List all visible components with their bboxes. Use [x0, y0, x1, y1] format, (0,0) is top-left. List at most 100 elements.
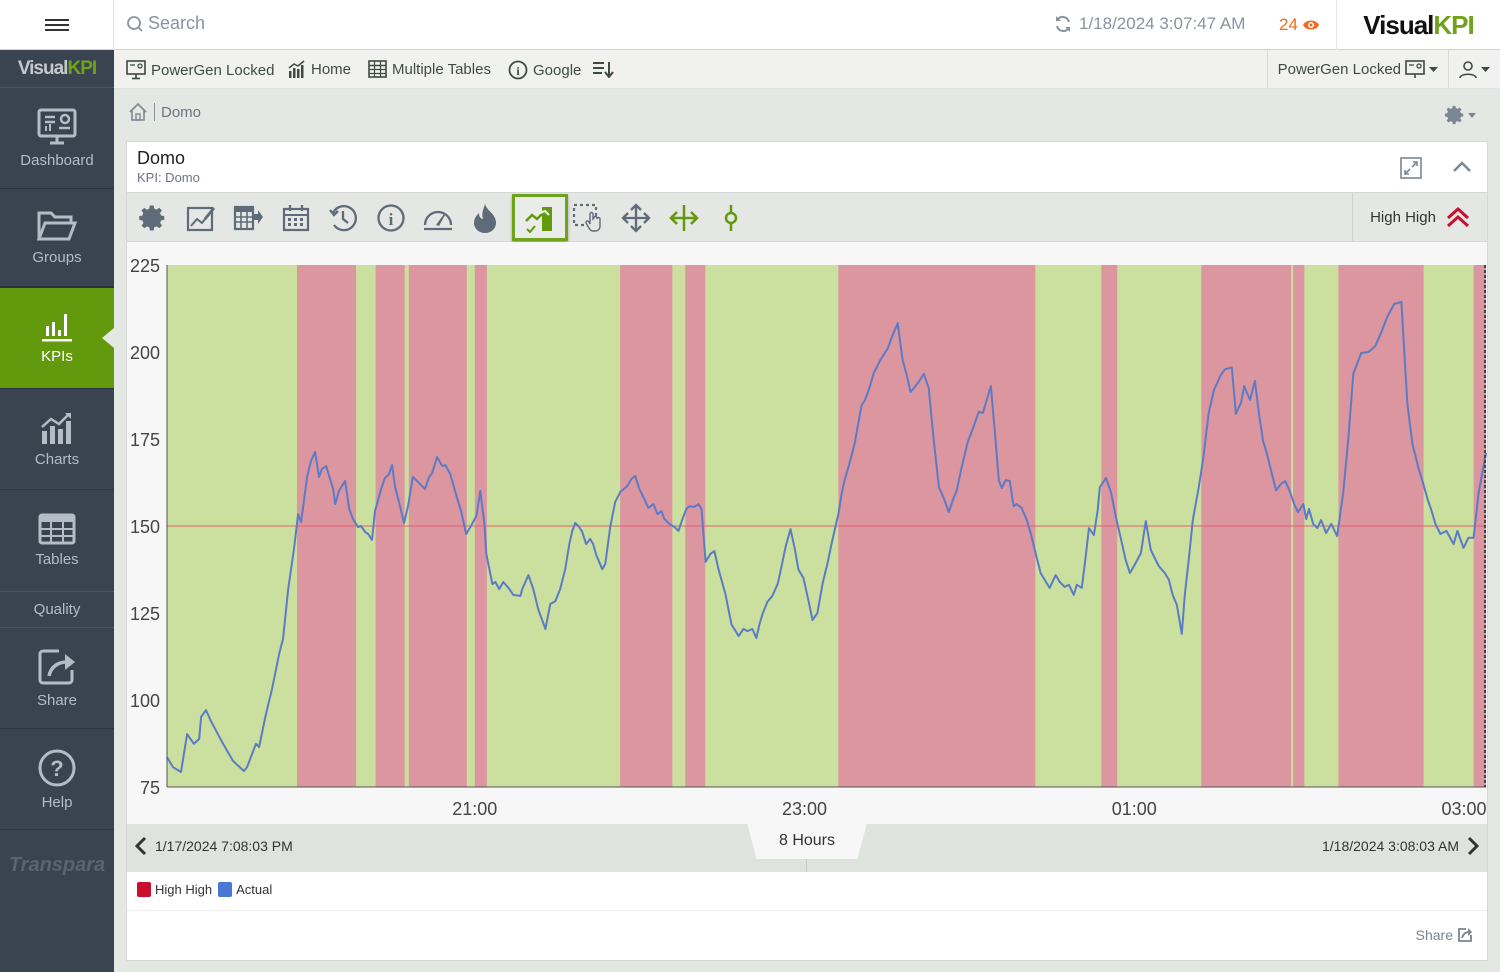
svg-text:i: i	[516, 64, 520, 78]
chevron-left-icon[interactable]	[135, 836, 147, 856]
gear-icon	[139, 205, 165, 231]
search-icon	[127, 15, 143, 32]
breadcrumb-separator	[154, 103, 155, 121]
panel-header: Domo KPI: Domo	[127, 142, 1487, 193]
limit-selector[interactable]: High High	[1352, 193, 1487, 241]
nav-link-google[interactable]: i Google	[508, 60, 581, 80]
search-input[interactable]: Search	[126, 13, 205, 34]
svg-text:?: ?	[50, 756, 63, 781]
chevron-right-icon[interactable]	[1467, 836, 1479, 856]
dashboard-selector[interactable]: PowerGen Locked	[1266, 50, 1448, 89]
nav-link-label: PowerGen Locked	[151, 61, 275, 79]
refresh-icon	[1056, 15, 1070, 33]
sidebar-item-dashboard[interactable]: Dashboard	[0, 88, 114, 189]
transpara-text: Transpara	[8, 853, 106, 876]
center-tick	[806, 859, 807, 872]
table-icon	[368, 60, 387, 78]
info-icon: i	[508, 60, 528, 80]
refresh-button[interactable]: 1/18/2024 3:07:47 AM	[1053, 14, 1245, 34]
caret-down-icon	[1468, 112, 1476, 118]
sidebar-item-label: Charts	[34, 450, 80, 468]
gauge-tool[interactable]	[422, 203, 454, 233]
nav-link-label: Home	[311, 60, 352, 78]
divider	[127, 910, 1487, 911]
expand-icon[interactable]	[1400, 157, 1422, 179]
dashboard-selector-label: PowerGen Locked	[1277, 61, 1401, 78]
brand-logo: Visual KPI	[1336, 0, 1500, 50]
svg-text:i: i	[389, 210, 394, 229]
sidebar-item-kpis[interactable]: KPIs	[0, 288, 114, 389]
chart-toolbar: i High High	[127, 193, 1487, 242]
gear-icon	[1444, 105, 1464, 125]
share-button[interactable]: Share	[1416, 927, 1473, 943]
x-tick-label: 03:00	[1441, 799, 1486, 819]
hamburger-icon	[44, 16, 69, 34]
y-tick-label: 200	[130, 343, 160, 363]
page-settings-button[interactable]	[1444, 104, 1476, 126]
sidebar-item-groups[interactable]: Groups	[0, 189, 114, 288]
caret-down-icon	[1429, 66, 1438, 72]
nav-link-multiple-tables[interactable]: Multiple Tables	[368, 60, 491, 78]
x-tick-label: 23:00	[782, 799, 827, 819]
menu-button[interactable]	[0, 0, 114, 50]
panel-subtitle: KPI: Domo	[137, 170, 200, 185]
sidebar-item-help[interactable]: ? Help	[0, 729, 114, 830]
vertical-marker-tool[interactable]	[715, 203, 747, 233]
chart-svg: 75 100 125 150 175 200 225 21:00 23:00 01:00 03:00	[130, 256, 1487, 819]
edit-chart-icon	[186, 206, 215, 232]
nav-link-label: Google	[533, 61, 582, 79]
dashboard-icon	[1405, 59, 1425, 78]
user-menu[interactable]	[1448, 50, 1500, 89]
limit-bands-icon	[525, 206, 552, 233]
table-icon	[38, 513, 76, 545]
edit-chart-tool[interactable]	[185, 203, 217, 233]
sidebar-item-share[interactable]: Share	[0, 628, 114, 729]
help-icon: ?	[38, 749, 76, 786]
duration-selector[interactable]: 8 Hours	[747, 823, 867, 859]
brand-visual: Visual	[1363, 9, 1434, 40]
x-tick-label: 21:00	[452, 799, 497, 819]
sidebar-item-tables[interactable]: Tables	[0, 490, 114, 591]
sidebar-item-charts[interactable]: Charts	[0, 389, 114, 490]
nav-link-powergen-locked[interactable]: PowerGen Locked	[126, 60, 274, 80]
trend-chart[interactable]: 75 100 125 150 175 200 225 21:00 23:00 01:00 03:00	[127, 242, 1487, 824]
info-tool[interactable]: i	[375, 203, 407, 233]
flame-icon	[474, 204, 496, 233]
y-tick-label: 175	[130, 430, 160, 450]
alert-count: 24	[1279, 15, 1298, 34]
start-time: 1/17/2024 7:08:03 PM	[155, 838, 293, 854]
time-range-end: 1/18/2024 3:08:03 AM	[1322, 836, 1479, 856]
time-range-start: 1/17/2024 7:08:03 PM	[135, 836, 293, 856]
collapse-icon[interactable]	[1452, 161, 1472, 173]
top-bar: Search 1/18/2024 3:07:47 AM 24 Visual KPI	[0, 0, 1500, 50]
legend-label: High High	[155, 882, 213, 897]
sidebar-item-quality[interactable]: Quality	[0, 591, 114, 628]
calendar-tool[interactable]	[280, 203, 312, 233]
eye-icon	[1302, 20, 1319, 30]
y-tick-label: 150	[130, 517, 160, 537]
settings-tool[interactable]	[137, 203, 169, 233]
heatmap-tool[interactable]	[469, 203, 501, 233]
limit-bands-tool[interactable]	[512, 194, 568, 241]
dashboard-icon	[37, 108, 77, 144]
pan-tool[interactable]	[620, 203, 652, 233]
pan-icon	[621, 203, 651, 233]
info-icon: i	[377, 204, 405, 232]
watch-alerts[interactable]: 24	[1279, 15, 1320, 35]
folder-icon	[36, 211, 78, 241]
sidebar-item-label: Groups	[32, 249, 82, 266]
history-tool[interactable]	[327, 203, 359, 233]
chart-icon	[288, 60, 305, 78]
select-zoom-icon	[572, 203, 601, 232]
breadcrumb-current: Domo	[161, 103, 202, 121]
nav-link-home[interactable]: Home	[288, 60, 351, 78]
transpara-logo: Transpara	[0, 830, 114, 900]
horizontal-pan-tool[interactable]	[668, 203, 700, 233]
nav-more-button[interactable]	[592, 60, 614, 78]
export-table-tool[interactable]	[232, 203, 264, 233]
search-placeholder: Search	[148, 13, 206, 33]
home-icon[interactable]	[128, 102, 148, 122]
select-zoom-tool[interactable]	[572, 203, 604, 233]
y-tick-label: 100	[130, 691, 160, 711]
share-label: Share	[1415, 927, 1453, 943]
